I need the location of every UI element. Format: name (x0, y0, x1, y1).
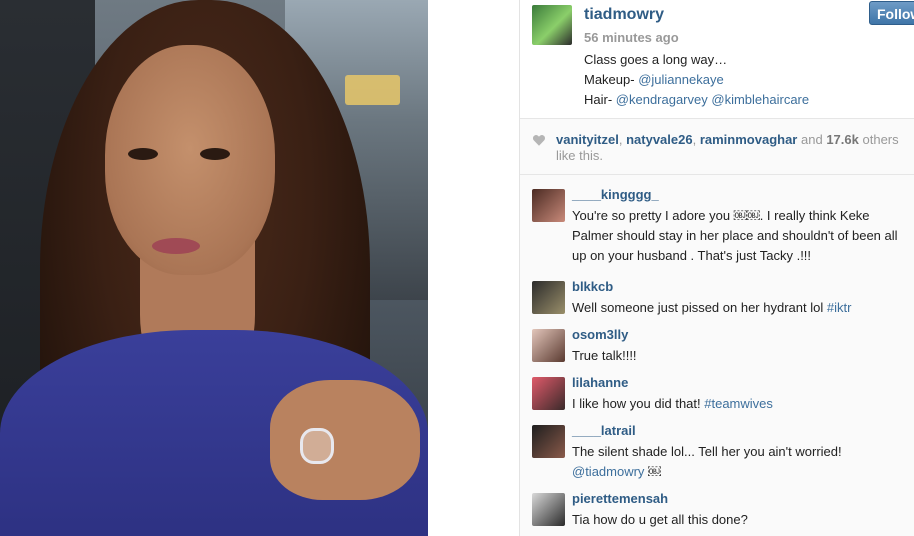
caption-mention[interactable]: @kendragarvey (616, 92, 708, 107)
comment-mention[interactable]: @tiadmowry (572, 464, 644, 479)
post-header: tiadmowry 56 minutes ago Class goes a lo… (520, 0, 914, 119)
heart-icon[interactable] (532, 133, 546, 147)
photo-background-light (345, 75, 400, 105)
comment-body: Well someone just pissed on her hydrant … (572, 300, 827, 315)
comment-body: The silent shade lol... Tell her you ain… (572, 444, 842, 459)
comment-text: I like how you did that! #teamwives (572, 394, 910, 414)
photo-eye-left (128, 148, 158, 160)
commenter-avatar[interactable] (532, 425, 565, 458)
likes-section: vanityitzel, natyvale26, raminmovaghar a… (520, 119, 914, 175)
commenter-avatar[interactable] (532, 329, 565, 362)
liker-username[interactable]: vanityitzel (556, 132, 619, 147)
likes-and: and (801, 132, 823, 147)
comment-text: You're so pretty I adore you ￼￼. I reall… (572, 208, 898, 263)
comment-text: Tia how do u get all this done? (572, 512, 748, 527)
commenter-username[interactable]: osom3lly (572, 327, 628, 342)
commenter-username[interactable]: ____latrail (572, 423, 636, 438)
caption-line: Hair- @kendragarvey @kimblehaircare (584, 90, 809, 110)
comment-body: I like how you did that! (572, 396, 705, 411)
commenter-username[interactable]: ____kingggg_ (572, 187, 659, 202)
caption-line: Class goes a long way… (584, 52, 728, 67)
photo-eye-right (200, 148, 230, 160)
commenter-avatar[interactable] (532, 281, 565, 314)
likes-summary: vanityitzel, natyvale26, raminmovaghar a… (556, 132, 899, 163)
owner-username[interactable]: tiadmowry (584, 6, 664, 24)
commenter-username[interactable]: pierettemensah (572, 491, 668, 506)
commenter-username[interactable]: blkkcb (572, 279, 613, 294)
comment-text: True talk!!!! (572, 348, 637, 363)
photo-ring (300, 428, 334, 464)
commenter-avatar[interactable] (532, 377, 565, 410)
commenter-avatar[interactable] (532, 493, 565, 526)
post-caption: Class goes a long way… Makeup- @julianne… (584, 50, 809, 110)
post-photo[interactable] (0, 0, 428, 536)
likes-count[interactable]: 17.6k (826, 132, 859, 147)
commenter-username[interactable]: lilahanne (572, 375, 628, 390)
caption-line: Makeup- @juliannekaye (584, 70, 809, 90)
post-timestamp: 56 minutes ago (584, 30, 679, 45)
comment-hashtag[interactable]: #iktr (827, 300, 852, 315)
caption-mention[interactable]: @juliannekaye (638, 72, 723, 87)
comment-text: Well someone just pissed on her hydrant … (572, 298, 910, 318)
comment-hashtag[interactable]: #teamwives (704, 396, 773, 411)
owner-avatar[interactable] (532, 5, 572, 45)
comment-emoji: ￼ (644, 464, 662, 479)
follow-button[interactable]: Follow (869, 1, 914, 25)
caption-mention[interactable]: @kimblehaircare (711, 92, 809, 107)
photo-lips (152, 238, 200, 254)
liker-username[interactable]: natyvale26 (626, 132, 693, 147)
liker-username[interactable]: raminmovaghar (700, 132, 798, 147)
photo-hand (270, 380, 420, 500)
post-details-panel: tiadmowry 56 minutes ago Class goes a lo… (519, 0, 914, 536)
comment-text: The silent shade lol... Tell her you ain… (572, 442, 910, 482)
caption-makeup-label: Makeup- (584, 72, 639, 87)
comments-list: ____kingggg_ You're so pretty I adore yo… (520, 175, 914, 536)
commenter-avatar[interactable] (532, 189, 565, 222)
caption-hair-label: Hair- (584, 92, 616, 107)
